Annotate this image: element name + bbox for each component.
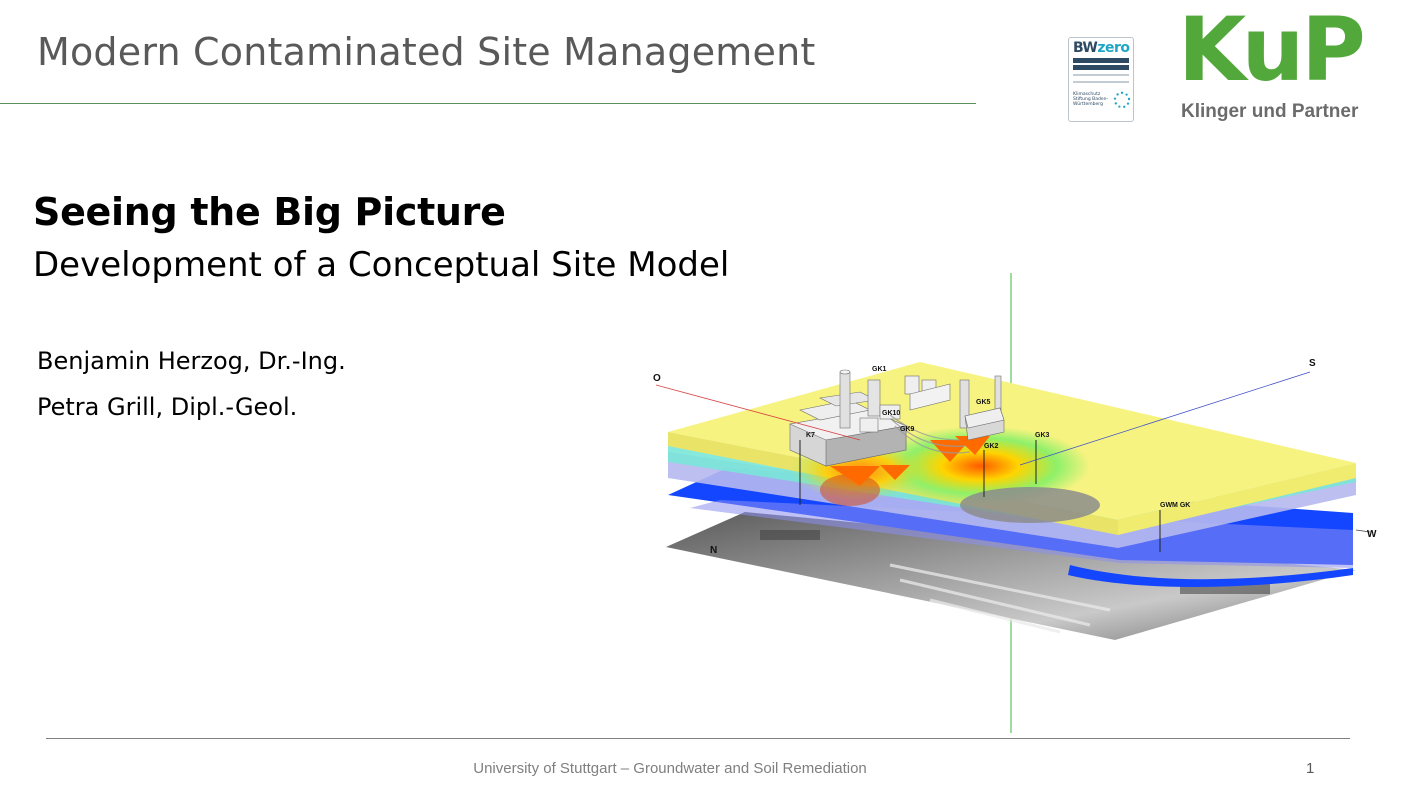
axis-label-o: O [653, 373, 661, 384]
well-label-gk5: GK5 [976, 399, 991, 406]
well-label-gk1: GK1 [872, 366, 887, 373]
well-label-gk2: GK2 [984, 443, 999, 450]
axis-label-n: N [710, 545, 717, 556]
axis-label-s: S [1309, 358, 1316, 369]
well-label-gk9: GK9 [900, 426, 915, 433]
well-label-k7: K7 [806, 432, 815, 439]
page-number: 1 [1306, 760, 1315, 777]
contaminated-zone-grey [960, 487, 1100, 523]
footer-text: University of Stuttgart – Groundwater an… [473, 760, 867, 777]
footer-rule [46, 738, 1350, 739]
well-label-gwm-gk: GWM GK [1160, 502, 1190, 509]
conceptual-site-model-illustration: O S W N GK1 GK10 GK9 GK5 GK2 GK3 K7 GWM … [653, 273, 1377, 733]
well-label-gk3: GK3 [1035, 432, 1050, 439]
axis-label-w: W [1367, 529, 1377, 540]
well-label-gk10: GK10 [882, 410, 900, 417]
